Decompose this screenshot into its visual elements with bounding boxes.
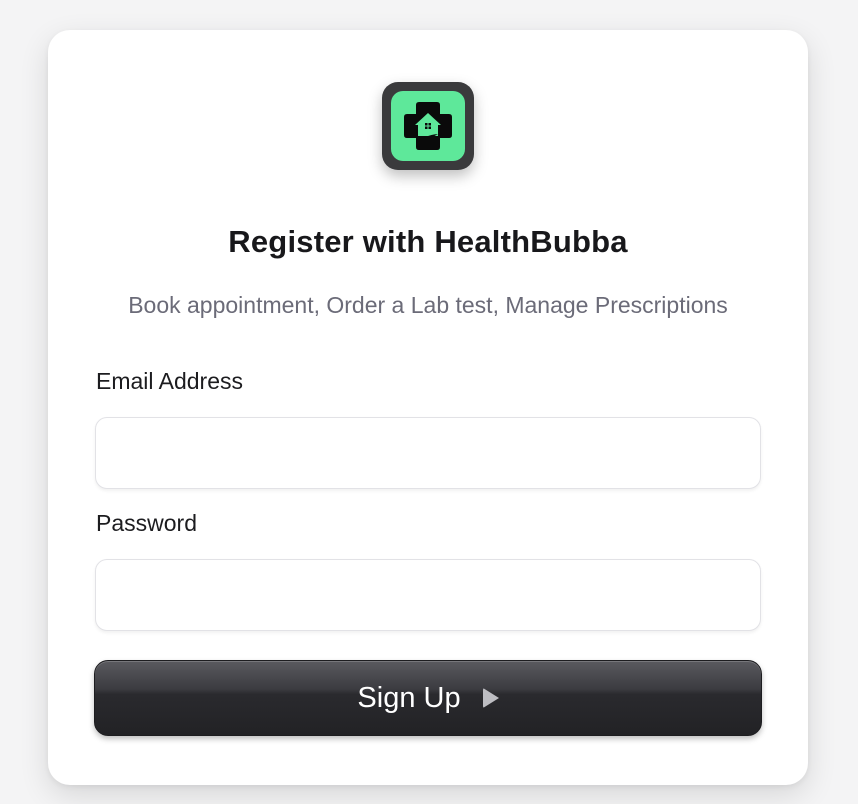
play-icon <box>482 688 499 708</box>
page-subtitle: Book appointment, Order a Lab test, Mana… <box>128 292 728 318</box>
email-field[interactable] <box>95 417 761 489</box>
logo-background <box>391 91 465 161</box>
app-logo <box>382 82 474 170</box>
sign-up-button[interactable]: Sign Up <box>94 660 762 736</box>
email-label: Email Address <box>96 368 244 394</box>
password-label: Password <box>96 510 197 536</box>
sign-up-button-label: Sign Up <box>357 681 461 714</box>
password-field[interactable] <box>95 559 761 631</box>
page-title: Register with HealthBubba <box>228 224 628 259</box>
medical-cross-house-icon <box>404 102 452 150</box>
register-card: Register with HealthBubba Book appointme… <box>48 30 808 785</box>
